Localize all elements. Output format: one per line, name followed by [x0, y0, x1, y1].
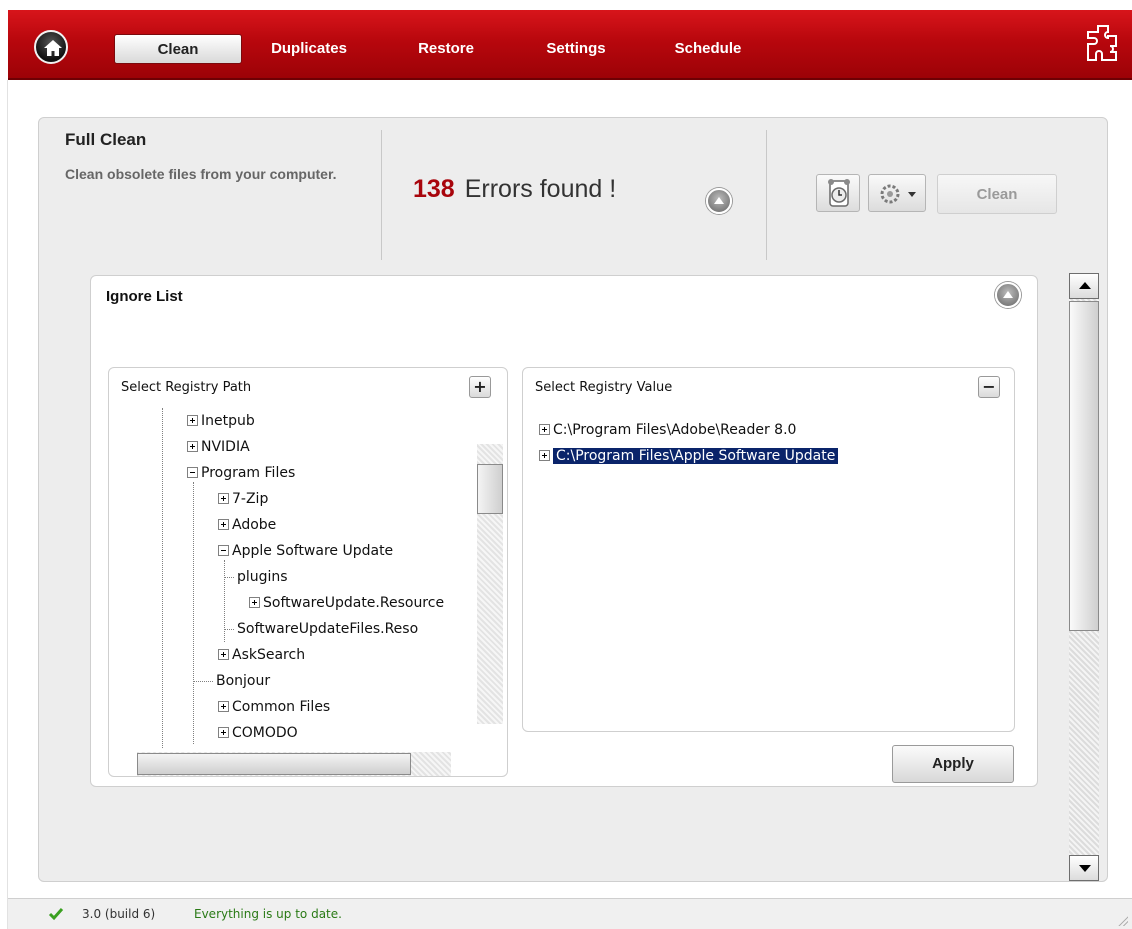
scrollbar-thumb[interactable] [137, 753, 411, 775]
check-icon [48, 906, 64, 925]
apply-button[interactable]: Apply [892, 745, 1014, 783]
tree-item-label: plugins [237, 569, 288, 585]
tab-settings[interactable]: Settings [526, 34, 626, 64]
divider [381, 130, 382, 260]
update-status: Everything is up to date. [194, 907, 342, 921]
ignore-list-title: Ignore List [106, 288, 183, 305]
expand-icon[interactable] [218, 648, 229, 660]
tree-item-label: Common Files [232, 699, 331, 715]
tree-item-label: Adobe [232, 517, 277, 533]
tree-item[interactable]: Program Files [187, 460, 295, 486]
window-left-edge [0, 80, 8, 929]
tree-item[interactable]: Apple Software Update [218, 538, 393, 564]
tree-item[interactable]: AskSearch [218, 642, 305, 668]
tree-item[interactable]: Adobe [218, 512, 276, 538]
ignore-list-panel: Ignore List Select Registry Path + Inetp… [90, 275, 1038, 787]
expand-icon[interactable] [218, 726, 229, 738]
scrollbar-thumb[interactable] [1069, 301, 1099, 631]
clean-button[interactable]: Clean [937, 174, 1057, 214]
tab-clean[interactable]: Clean [114, 34, 242, 64]
tree-item[interactable]: SoftwareUpdate.Resource [249, 590, 444, 616]
puzzle-icon[interactable] [1084, 24, 1122, 68]
tree-item[interactable]: COMODO [218, 720, 298, 746]
resize-grip-icon[interactable] [1116, 914, 1128, 926]
collapse-ignore-list-icon[interactable] [995, 282, 1021, 308]
scrollbar-thumb[interactable] [477, 464, 503, 514]
errors-summary: 138 Errors found ! [413, 175, 616, 204]
errors-count: 138 [413, 175, 455, 203]
full-clean-panel: Full Clean Clean obsolete files from you… [38, 117, 1108, 882]
tree-vertical-scrollbar[interactable] [477, 444, 503, 724]
list-item[interactable]: C:\Program Files\Adobe\Reader 8.0 [539, 418, 796, 442]
expand-icon[interactable] [539, 449, 550, 461]
tree-item-label: COMODO [232, 725, 298, 741]
expand-icon[interactable] [539, 423, 550, 435]
top-nav-bar: Clean Duplicates Restore Settings Schedu… [8, 10, 1132, 80]
tree-item-label: Bonjour [216, 673, 271, 689]
page-description: Clean obsolete files from your computer. [65, 166, 337, 182]
alarm-clock-icon[interactable] [816, 174, 860, 212]
version-label: 3.0 (build 6) [82, 907, 156, 921]
remove-value-button[interactable]: − [978, 376, 1000, 398]
tree-item[interactable]: Common Files [218, 694, 330, 720]
collapse-icon[interactable] [706, 188, 732, 214]
tab-schedule[interactable]: Schedule [656, 34, 760, 64]
tree-item-label: Apple Software Update [232, 543, 394, 559]
main-vertical-scrollbar[interactable] [1069, 273, 1099, 881]
tree-item-label: SoftwareUpdateFiles.Reso [237, 621, 419, 637]
expand-icon[interactable] [218, 700, 229, 712]
registry-value-label: C:\Program Files\Apple Software Update [553, 448, 839, 464]
registry-path-title: Select Registry Path [121, 380, 252, 395]
tree-line [162, 408, 163, 748]
tree-item-label: AskSearch [232, 647, 306, 663]
tree-line [193, 482, 194, 744]
tree-item-label: 7-Zip [232, 491, 269, 507]
errors-label: Errors found ! [464, 175, 617, 203]
collapse-node-icon[interactable] [187, 466, 198, 478]
home-icon[interactable] [34, 30, 68, 64]
list-item-selected[interactable]: C:\Program Files\Apple Software Update [539, 444, 839, 468]
scroll-down-arrow-icon[interactable] [1069, 855, 1099, 881]
registry-value-label: C:\Program Files\Adobe\Reader 8.0 [553, 422, 797, 438]
expand-icon[interactable] [187, 440, 198, 452]
gear-dropdown-icon[interactable] [868, 174, 926, 212]
add-path-button[interactable]: + [469, 376, 491, 398]
expand-icon[interactable] [249, 596, 260, 608]
expand-icon[interactable] [187, 414, 198, 426]
tree-item[interactable]: SoftwareUpdateFiles.Reso [224, 616, 418, 642]
tab-restore[interactable]: Restore [396, 34, 496, 64]
status-bar: 3.0 (build 6) Everything is up to date. [8, 898, 1132, 929]
tree-item-label: Program Files [201, 465, 296, 481]
registry-value-title: Select Registry Value [535, 380, 673, 395]
page-title: Full Clean [65, 130, 147, 149]
expand-icon[interactable] [218, 492, 229, 504]
tree-item[interactable]: plugins [224, 564, 288, 590]
tree-horizontal-scrollbar[interactable] [137, 752, 451, 776]
tab-duplicates[interactable]: Duplicates [254, 34, 364, 64]
tree-item-label: SoftwareUpdate.Resource [263, 595, 445, 611]
registry-path-panel: Select Registry Path + Inetpub NVIDIA Pr… [108, 367, 508, 777]
registry-tree: Inetpub NVIDIA Program Files 7-Zip Adobe… [109, 408, 479, 748]
collapse-node-icon[interactable] [218, 544, 229, 556]
tree-item-label: NVIDIA [201, 439, 250, 455]
tree-item[interactable]: NVIDIA [187, 434, 250, 460]
divider [766, 130, 767, 260]
tree-item-label: Inetpub [201, 413, 255, 429]
tree-item[interactable]: 7-Zip [218, 486, 268, 512]
tree-item[interactable]: Bonjour [193, 668, 270, 694]
tree-item[interactable]: Inetpub [187, 408, 255, 434]
registry-value-panel: Select Registry Value − C:\Program Files… [522, 367, 1015, 732]
scroll-up-arrow-icon[interactable] [1069, 273, 1099, 299]
expand-icon[interactable] [218, 518, 229, 530]
